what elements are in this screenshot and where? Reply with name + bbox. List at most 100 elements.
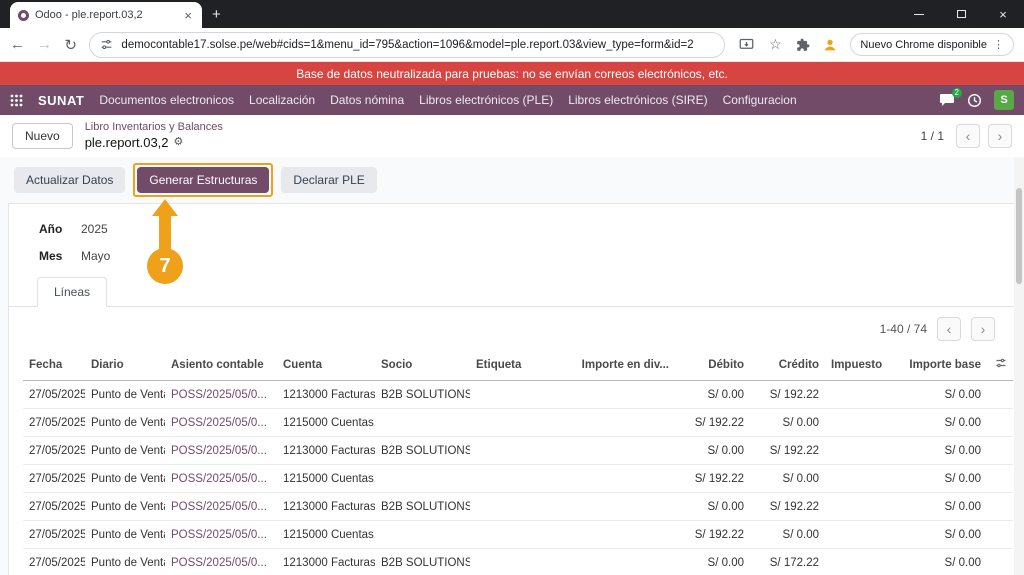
cell-etiqueta xyxy=(470,408,570,437)
cell-impuesto xyxy=(825,408,887,437)
messages-icon[interactable]: 2 xyxy=(939,88,962,107)
cell-asiento-link[interactable]: POSS/2025/05/0... xyxy=(165,464,277,493)
cell-fecha: 27/05/2025 xyxy=(23,492,85,521)
cell-credito: S/ 192.22 xyxy=(750,492,825,521)
cell-socio xyxy=(375,464,470,493)
tab-close-icon[interactable]: × xyxy=(182,8,194,23)
cell-socio: B2B SOLUTIONS ... xyxy=(375,436,470,465)
cell-debito: S/ 192.22 xyxy=(675,520,750,549)
table-row[interactable]: 27/05/2025 Punto de Venta POSS/2025/05/0… xyxy=(23,436,1013,465)
cell-spacer xyxy=(987,408,1013,437)
site-settings-icon[interactable] xyxy=(100,38,113,51)
cell-spacer xyxy=(987,436,1013,465)
cell-importe-base: S/ 0.00 xyxy=(887,436,987,465)
col-fecha[interactable]: Fecha xyxy=(23,349,85,381)
action-buttons-row: Actualizar Datos Generar Estructuras Dec… xyxy=(0,157,1024,203)
browser-tab[interactable]: Odoo - ple.report.03,2 × xyxy=(10,2,202,28)
menu-localizacion[interactable]: Localización xyxy=(249,93,315,107)
record-prev-icon[interactable]: ‹ xyxy=(956,124,980,148)
cell-credito: S/ 172.22 xyxy=(750,548,825,575)
list-prev-icon[interactable]: ‹ xyxy=(937,317,961,341)
record-next-icon[interactable]: › xyxy=(988,124,1012,148)
menu-configuracion[interactable]: Configuracion xyxy=(723,93,797,107)
record-actions-gear-icon[interactable]: ⚙ xyxy=(174,136,184,150)
cell-cuenta: 1215000 Cuentas... xyxy=(277,464,375,493)
bookmark-star-icon[interactable]: ☆ xyxy=(766,36,784,53)
col-asiento[interactable]: Asiento contable xyxy=(165,349,277,381)
month-field[interactable]: Mayo xyxy=(81,249,110,263)
refresh-icon[interactable]: ↻ xyxy=(64,36,77,54)
table-row[interactable]: 27/05/2025 Punto de Venta POSS/2025/05/0… xyxy=(23,408,1013,437)
cell-fecha: 27/05/2025 xyxy=(23,436,85,465)
table-row[interactable]: 27/05/2025 Punto de Venta POSS/2025/05/0… xyxy=(23,520,1013,549)
back-icon[interactable]: ← xyxy=(10,36,25,53)
forward-icon[interactable]: → xyxy=(37,36,52,53)
list-next-icon[interactable]: › xyxy=(971,317,995,341)
cell-impuesto xyxy=(825,464,887,493)
cell-asiento-link[interactable]: POSS/2025/05/0... xyxy=(165,436,277,465)
user-avatar[interactable]: S xyxy=(994,90,1014,110)
col-socio[interactable]: Socio xyxy=(375,349,470,381)
cell-cuenta: 1215000 Cuentas... xyxy=(277,408,375,437)
window-restore-icon[interactable] xyxy=(940,0,982,28)
apps-grid-icon[interactable] xyxy=(10,94,23,107)
cell-importe-base: S/ 0.00 xyxy=(887,548,987,575)
cell-debito: S/ 0.00 xyxy=(675,492,750,521)
cell-asiento-link[interactable]: POSS/2025/05/0... xyxy=(165,492,277,521)
table-row[interactable]: 27/05/2025 Punto de Venta POSS/2025/05/0… xyxy=(23,492,1013,521)
menu-libros-ple[interactable]: Libros electrónicos (PLE) xyxy=(419,93,553,107)
install-app-icon[interactable] xyxy=(739,38,754,51)
profile-icon[interactable] xyxy=(822,37,838,53)
year-label: Año xyxy=(39,222,63,236)
chrome-update-button[interactable]: Nuevo Chrome disponible ⋮ xyxy=(850,33,1014,56)
generar-estructuras-button[interactable]: Generar Estructuras xyxy=(137,167,270,193)
control-panel: Nuevo Libro Inventarios y Balances ple.r… xyxy=(0,115,1024,157)
col-cuenta[interactable]: Cuenta xyxy=(277,349,375,381)
col-importe-base[interactable]: Importe base xyxy=(887,349,987,381)
cell-asiento-link[interactable]: POSS/2025/05/0... xyxy=(165,520,277,549)
address-bar[interactable]: democontable17.solse.pe/web#cids=1&menu_… xyxy=(89,31,726,58)
declarar-ple-button[interactable]: Declarar PLE xyxy=(281,167,377,193)
menu-datos-nomina[interactable]: Datos nómina xyxy=(330,93,404,107)
col-impuesto[interactable]: Impuesto xyxy=(825,349,887,381)
cell-spacer xyxy=(987,520,1013,549)
cell-debito: S/ 0.00 xyxy=(675,548,750,575)
window-minimize-icon[interactable] xyxy=(898,0,940,28)
cell-etiqueta xyxy=(470,492,570,521)
table-row[interactable]: 27/05/2025 Punto de Venta POSS/2025/05/0… xyxy=(23,464,1013,493)
cell-socio: B2B SOLUTIONS ... xyxy=(375,492,470,521)
cell-asiento-link[interactable]: POSS/2025/05/0... xyxy=(165,380,277,409)
window-close-icon[interactable]: × xyxy=(982,0,1024,28)
cell-credito: S/ 192.22 xyxy=(750,380,825,409)
breadcrumb-parent[interactable]: Libro Inventarios y Balances xyxy=(85,121,223,135)
col-debito[interactable]: Débito xyxy=(675,349,750,381)
activities-clock-icon[interactable] xyxy=(967,93,982,108)
cell-spacer xyxy=(987,464,1013,493)
col-etiqueta[interactable]: Etiqueta xyxy=(470,349,570,381)
new-record-button[interactable]: Nuevo xyxy=(12,123,73,149)
browser-toolbar: ← → ↻ democontable17.solse.pe/web#cids=1… xyxy=(0,28,1024,62)
col-importe-div[interactable]: Importe en div... xyxy=(570,349,675,381)
cell-asiento-link[interactable]: POSS/2025/05/0... xyxy=(165,548,277,575)
menu-libros-sire[interactable]: Libros electrónicos (SIRE) xyxy=(568,93,707,107)
cell-importe-div xyxy=(570,380,675,409)
table-row[interactable]: 27/05/2025 Punto de Venta POSS/2025/05/0… xyxy=(23,380,1013,409)
extensions-icon[interactable] xyxy=(796,38,810,52)
new-tab-icon[interactable]: + xyxy=(212,6,221,23)
app-brand[interactable]: SUNAT xyxy=(38,93,84,108)
cell-debito: S/ 0.00 xyxy=(675,380,750,409)
menu-documentos-electronicos[interactable]: Documentos electronicos xyxy=(99,93,234,107)
col-diario[interactable]: Diario xyxy=(85,349,165,381)
cell-asiento-link[interactable]: POSS/2025/05/0... xyxy=(165,408,277,437)
page-scrollbar-thumb[interactable] xyxy=(1016,188,1022,284)
cell-diario: Punto de Venta xyxy=(85,408,165,437)
browser-menu-icon[interactable]: ⋮ xyxy=(993,38,1004,51)
year-field[interactable]: 2025 xyxy=(81,222,108,236)
actualizar-datos-button[interactable]: Actualizar Datos xyxy=(14,167,126,193)
col-credito[interactable]: Crédito xyxy=(750,349,825,381)
cell-cuenta: 1213000 Facturas... xyxy=(277,380,375,409)
cell-diario: Punto de Venta xyxy=(85,380,165,409)
optional-columns-icon[interactable] xyxy=(995,357,1007,369)
table-row[interactable]: 27/05/2025 Punto de Venta POSS/2025/05/0… xyxy=(23,548,1013,575)
tab-lineas[interactable]: Líneas xyxy=(37,277,108,307)
